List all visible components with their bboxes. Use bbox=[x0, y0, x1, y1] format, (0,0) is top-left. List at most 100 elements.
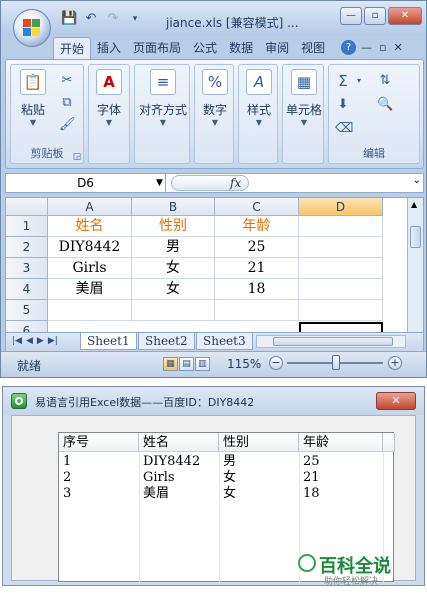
close-button[interactable]: ✕ bbox=[388, 7, 422, 25]
list-column-header[interactable]: 年龄 bbox=[299, 433, 383, 452]
dialog-launcher-icon[interactable]: ◲ bbox=[69, 149, 85, 165]
column-header-b[interactable]: B bbox=[132, 198, 215, 216]
cell-d2[interactable] bbox=[299, 237, 383, 258]
next-sheet-icon[interactable]: ▶ bbox=[37, 336, 44, 346]
list-cell[interactable]: 25 bbox=[299, 454, 383, 470]
tab-insert[interactable]: 插入 bbox=[91, 37, 127, 59]
workbook-minimize-button[interactable]: — bbox=[361, 41, 372, 54]
cells-button[interactable]: ▦ 单元格 ▼ bbox=[283, 69, 325, 128]
page-layout-view-button[interactable]: ▤ bbox=[179, 357, 194, 371]
sheet-tab-sheet2[interactable]: Sheet2 bbox=[138, 333, 195, 350]
cell-b5[interactable] bbox=[132, 300, 215, 321]
fill-icon[interactable]: ⬇ bbox=[335, 97, 351, 113]
horizontal-scrollbar[interactable] bbox=[256, 335, 406, 348]
autosum-icon[interactable]: Σ bbox=[335, 73, 351, 89]
cell-a4[interactable]: 美眉 bbox=[48, 279, 132, 300]
normal-view-button[interactable]: ▦ bbox=[163, 357, 178, 371]
tab-data[interactable]: 数据 bbox=[223, 37, 259, 59]
cell-b1[interactable]: 性别 bbox=[132, 216, 215, 237]
save-icon[interactable]: 💾 bbox=[61, 11, 77, 27]
list-cell[interactable]: 女 bbox=[219, 486, 299, 502]
list-cell[interactable]: Girls bbox=[139, 470, 219, 486]
cell-a2[interactable]: DIY8442 bbox=[48, 237, 132, 258]
number-button[interactable]: % 数字 ▼ bbox=[197, 69, 233, 128]
row-header[interactable]: 1 bbox=[6, 216, 48, 237]
alignment-button[interactable]: ≡ 对齐方式 ▼ bbox=[135, 69, 191, 128]
zoom-out-button[interactable]: − bbox=[269, 356, 283, 370]
font-button[interactable]: A 字体 ▼ bbox=[91, 69, 127, 128]
find-select-icon[interactable]: 🔍 bbox=[377, 97, 393, 113]
cell-c5[interactable] bbox=[215, 300, 299, 321]
column-header-a[interactable]: A bbox=[48, 198, 132, 216]
cell-a5[interactable] bbox=[48, 300, 132, 321]
cell-d3[interactable] bbox=[299, 258, 383, 279]
sort-filter-icon[interactable]: ⇅ bbox=[377, 73, 393, 89]
styles-button[interactable]: A 样式 ▼ bbox=[241, 69, 277, 128]
cell-b3[interactable]: 女 bbox=[132, 258, 215, 279]
horizontal-scroll-thumb[interactable] bbox=[273, 337, 393, 346]
clear-icon[interactable]: ⌫ bbox=[335, 121, 353, 137]
list-cell[interactable]: 女 bbox=[219, 470, 299, 486]
chevron-down-icon[interactable]: ▾ bbox=[351, 73, 367, 89]
column-header-c[interactable]: C bbox=[215, 198, 299, 216]
row-header[interactable]: 6 bbox=[6, 321, 48, 332]
dialog-close-button[interactable]: ✕ bbox=[376, 392, 416, 410]
name-box[interactable]: D6 bbox=[6, 174, 166, 192]
list-cell[interactable]: DIY8442 bbox=[139, 454, 219, 470]
cell-c4[interactable]: 18 bbox=[215, 279, 299, 300]
workbook-restore-button[interactable]: ▫ bbox=[379, 41, 386, 54]
redo-icon[interactable]: ↷ bbox=[105, 11, 121, 27]
cut-icon[interactable]: ✂ bbox=[59, 73, 75, 89]
page-break-view-button[interactable]: ▥ bbox=[195, 357, 210, 371]
list-cell[interactable]: 男 bbox=[219, 454, 299, 470]
select-all-corner[interactable] bbox=[6, 198, 48, 216]
cell-d5[interactable] bbox=[299, 300, 383, 321]
cell-d4[interactable] bbox=[299, 279, 383, 300]
cell-a1[interactable]: 姓名 bbox=[48, 216, 132, 237]
tab-home[interactable]: 开始 bbox=[53, 37, 92, 59]
vertical-scrollbar[interactable]: ▲ bbox=[407, 198, 423, 332]
expand-formula-bar-icon[interactable]: ⌄ bbox=[413, 175, 421, 186]
list-cell[interactable]: 1 bbox=[59, 454, 139, 470]
tab-review[interactable]: 审阅 bbox=[259, 37, 295, 59]
workbook-close-button[interactable]: ✕ bbox=[393, 41, 402, 54]
column-header-d[interactable]: D bbox=[299, 198, 383, 216]
customize-toolbar-icon[interactable]: ▾ bbox=[127, 11, 143, 27]
cell-a3[interactable]: Girls bbox=[48, 258, 132, 279]
paste-button[interactable]: 📋 粘贴 ▼ bbox=[15, 69, 51, 128]
maximize-button[interactable]: ▫ bbox=[364, 7, 386, 25]
tab-view[interactable]: 视图 bbox=[295, 37, 331, 59]
list-cell[interactable]: 美眉 bbox=[139, 486, 219, 502]
last-sheet-icon[interactable]: ▶| bbox=[48, 336, 58, 346]
first-sheet-icon[interactable]: |◀ bbox=[12, 336, 22, 346]
sheet-tab-sheet1[interactable]: Sheet1 bbox=[80, 333, 137, 350]
list-cell[interactable]: 2 bbox=[59, 470, 139, 486]
row-header[interactable]: 5 bbox=[6, 300, 48, 321]
help-icon[interactable]: ? bbox=[341, 40, 356, 55]
sheet-tab-sheet3[interactable]: Sheet3 bbox=[196, 333, 253, 350]
row-header[interactable]: 4 bbox=[6, 279, 48, 300]
scroll-up-icon[interactable]: ▲ bbox=[411, 200, 417, 209]
format-painter-icon[interactable]: 🖌 bbox=[59, 117, 76, 133]
office-button[interactable] bbox=[13, 9, 51, 47]
cell-c1[interactable]: 年龄 bbox=[215, 216, 299, 237]
active-cell-d6[interactable] bbox=[299, 322, 383, 332]
prev-sheet-icon[interactable]: ◀ bbox=[26, 336, 33, 346]
zoom-level[interactable]: 115% bbox=[227, 357, 261, 371]
undo-icon[interactable]: ↶ bbox=[83, 11, 99, 27]
tab-page-layout[interactable]: 页面布局 bbox=[127, 37, 187, 59]
list-cell[interactable]: 3 bbox=[59, 486, 139, 502]
cell-b2[interactable]: 男 bbox=[132, 237, 215, 258]
tab-formulas[interactable]: 公式 bbox=[187, 37, 223, 59]
list-column-header[interactable]: 序号 bbox=[59, 433, 139, 452]
cell-c3[interactable]: 21 bbox=[215, 258, 299, 279]
row-header[interactable]: 2 bbox=[6, 237, 48, 258]
zoom-slider-thumb[interactable] bbox=[332, 355, 340, 370]
cell-c2[interactable]: 25 bbox=[215, 237, 299, 258]
list-cell[interactable]: 18 bbox=[299, 486, 383, 502]
copy-icon[interactable]: ⧉ bbox=[59, 95, 75, 111]
insert-function-button[interactable]: fx bbox=[171, 175, 249, 191]
chevron-down-icon[interactable]: ▼ bbox=[156, 178, 163, 188]
row-header[interactable]: 3 bbox=[6, 258, 48, 279]
list-column-header[interactable]: 性别 bbox=[219, 433, 299, 452]
